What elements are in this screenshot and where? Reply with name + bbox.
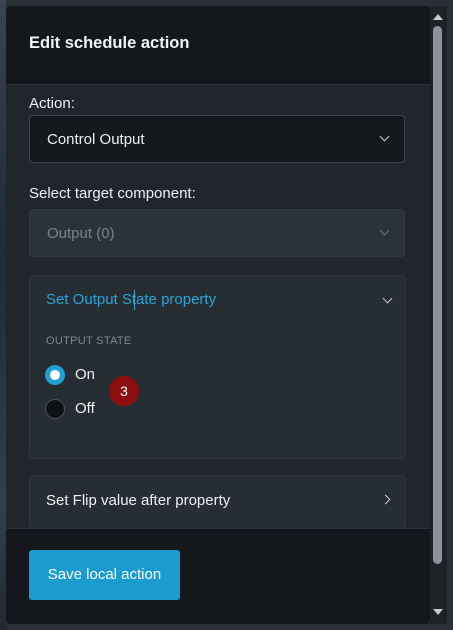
- chevron-down-icon: [379, 225, 390, 236]
- edit-schedule-action-modal: Edit schedule action Action: Control Out…: [6, 6, 430, 624]
- scroll-down-arrow-icon[interactable]: [433, 609, 443, 615]
- chevron-right-icon: [380, 494, 391, 505]
- chevron-down-icon: [379, 131, 390, 142]
- radio-unchecked-icon: [45, 399, 65, 419]
- action-select-value: Control Output: [47, 131, 145, 148]
- output-state-panel-header[interactable]: Set Output State property: [30, 276, 405, 324]
- radio-checked-icon: [45, 365, 65, 385]
- scroll-up-arrow-icon[interactable]: [433, 14, 443, 20]
- scrollbar[interactable]: [430, 6, 447, 624]
- output-state-panel-title: Set Output State property: [46, 291, 217, 308]
- target-component-select[interactable]: Output (0): [29, 209, 405, 257]
- action-select[interactable]: Control Output: [29, 115, 405, 163]
- chevron-down-icon: [382, 293, 393, 304]
- flip-value-panel[interactable]: Set Flip value after property: [29, 475, 406, 529]
- output-state-panel: Set Output State property OUTPUT STATE O…: [29, 275, 406, 459]
- radio-off-label: Off: [75, 400, 95, 417]
- save-local-action-button[interactable]: Save local action: [29, 550, 180, 600]
- flip-value-panel-title: Set Flip value after property: [46, 492, 231, 509]
- output-state-group-label: OUTPUT STATE: [46, 335, 132, 347]
- modal-header: Edit schedule action: [6, 6, 430, 85]
- text-cursor: [134, 290, 135, 310]
- target-component-label: Select target component:: [29, 185, 196, 202]
- target-component-value: Output (0): [47, 225, 115, 242]
- step-badge: 3: [109, 376, 139, 406]
- action-label: Action:: [29, 95, 75, 112]
- modal-title: Edit schedule action: [29, 34, 190, 52]
- modal-footer: Save local action: [6, 528, 430, 624]
- radio-on-label: On: [75, 366, 96, 383]
- scrollbar-thumb[interactable]: [433, 26, 442, 564]
